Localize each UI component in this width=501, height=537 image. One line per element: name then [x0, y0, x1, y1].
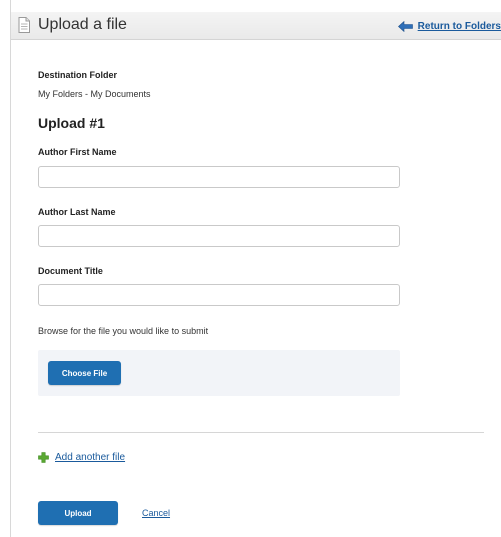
plus-icon — [38, 452, 49, 463]
upload-section-heading: Upload #1 — [38, 115, 105, 131]
cancel-link[interactable]: Cancel — [142, 508, 170, 518]
author-first-name-input[interactable] — [38, 166, 400, 188]
add-another-file-label: Add another file — [55, 452, 126, 463]
author-last-name-label: Author Last Name — [38, 207, 116, 217]
return-to-folders-label: Return to Folders — [417, 20, 501, 32]
page-header: Upload a file Return to Folders — [11, 12, 501, 40]
left-border — [10, 0, 11, 537]
choose-file-button[interactable]: Choose File — [48, 361, 121, 385]
upload-button[interactable]: Upload — [38, 501, 118, 525]
author-last-name-input[interactable] — [38, 225, 400, 247]
browse-file-prompt: Browse for the file you would like to su… — [38, 326, 209, 336]
section-divider — [38, 432, 484, 433]
arrow-left-icon — [397, 20, 413, 32]
document-icon — [18, 17, 30, 33]
page-title: Upload a file — [38, 16, 127, 33]
file-chooser-panel: Choose File — [38, 350, 400, 396]
document-title-label: Document Title — [38, 266, 103, 276]
return-to-folders-link[interactable]: Return to Folders — [397, 18, 501, 34]
document-title-input[interactable] — [38, 284, 400, 306]
author-first-name-label: Author First Name — [38, 147, 117, 157]
upload-file-page: Upload a file Return to Folders Destinat… — [0, 0, 501, 537]
destination-folder-label: Destination Folder — [38, 70, 118, 80]
add-another-file-link[interactable]: Add another file — [38, 452, 125, 463]
destination-folder-value: My Folders - My Documents — [38, 89, 151, 99]
